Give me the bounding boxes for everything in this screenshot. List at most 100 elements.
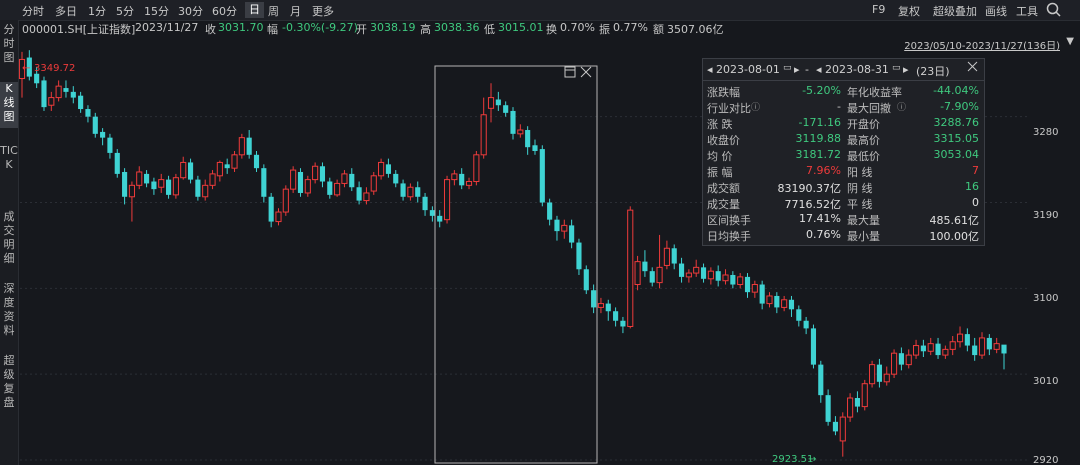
candle-down[interactable] (151, 181, 157, 190)
candle-down[interactable] (547, 202, 553, 220)
candle-down[interactable] (393, 173, 399, 184)
candle-down[interactable] (503, 105, 509, 113)
prev-start-icon[interactable]: ◂ (707, 63, 713, 76)
side-tab-depth[interactable]: 深度资料 (0, 282, 18, 340)
candle-down[interactable] (539, 149, 545, 203)
candle-up[interactable] (751, 284, 758, 293)
candle-up[interactable] (136, 171, 143, 186)
candle-up[interactable] (693, 266, 700, 274)
candle-up[interactable] (363, 192, 370, 202)
candle-up[interactable] (685, 272, 692, 278)
candle-down[interactable] (224, 164, 230, 169)
candle-down[interactable] (356, 187, 362, 201)
candle-down[interactable] (195, 179, 201, 197)
candle-down[interactable] (532, 145, 538, 151)
minimize-icon[interactable] (564, 66, 576, 81)
candle-down[interactable] (100, 131, 106, 138)
candle-up[interactable] (443, 179, 451, 221)
candle-up[interactable] (202, 184, 209, 198)
candle-down[interactable] (832, 421, 839, 432)
tab-1min[interactable]: 1分 (88, 3, 106, 19)
candle-up[interactable] (942, 348, 949, 356)
candle-down[interactable] (605, 303, 611, 312)
tab-timeshare[interactable]: 分时 (22, 3, 44, 19)
candle-down[interactable] (400, 183, 406, 197)
candle-down[interactable] (107, 137, 113, 153)
candle-up[interactable] (473, 154, 480, 183)
candle-down[interactable] (261, 168, 267, 197)
candle-down[interactable] (986, 337, 992, 350)
tools-button[interactable]: 工具 (1016, 3, 1038, 19)
candle-up[interactable] (48, 97, 55, 106)
candle-up[interactable] (663, 247, 670, 266)
candle-up[interactable] (480, 114, 487, 156)
candle-down[interactable] (246, 137, 252, 155)
tab-15min[interactable]: 15分 (144, 3, 169, 19)
candle-down[interactable] (649, 271, 655, 283)
candle-down[interactable] (898, 353, 904, 365)
candle-up[interactable] (561, 224, 568, 232)
candle-up[interactable] (487, 97, 495, 109)
candle-up[interactable] (378, 161, 385, 177)
candle-up[interactable] (304, 179, 311, 194)
candle-down[interactable] (803, 320, 809, 329)
candle-down[interactable] (642, 261, 648, 272)
candle-up[interactable] (891, 352, 898, 375)
candle-up[interactable] (847, 397, 854, 418)
candle-up[interactable] (128, 184, 135, 198)
candle-down[interactable] (166, 179, 172, 195)
candle-up[interactable] (781, 299, 788, 308)
side-tab-kline[interactable]: K线图 (0, 82, 18, 128)
next-end-icon[interactable]: ▸ (903, 63, 909, 76)
candle-down[interactable] (78, 95, 84, 110)
candle-up[interactable] (839, 416, 846, 442)
draw-line-button[interactable]: 画线 (985, 3, 1007, 19)
end-date[interactable]: 2023-08-31 (825, 63, 889, 76)
side-tab-trades[interactable]: 成交明细 (0, 210, 18, 268)
candle-down[interactable] (422, 196, 428, 211)
candle-down[interactable] (788, 299, 795, 310)
help-icon[interactable]: ⓘ (751, 100, 760, 113)
candle-down[interactable] (671, 248, 677, 264)
candle-up[interactable] (290, 169, 297, 190)
tab-5min[interactable]: 5分 (116, 3, 134, 19)
candle-down[interactable] (297, 171, 304, 193)
candle-up[interactable] (978, 337, 986, 356)
tab-day[interactable]: 日 (245, 2, 264, 18)
candle-down[interactable] (920, 345, 926, 352)
candle-up[interactable] (956, 333, 964, 343)
candle-down[interactable] (1001, 344, 1007, 354)
candle-down[interactable] (759, 284, 765, 304)
candle-down[interactable] (591, 290, 597, 308)
candle-up[interactable] (517, 129, 524, 135)
candle-up[interactable] (634, 261, 641, 286)
candle-down[interactable] (818, 364, 824, 396)
tab-week[interactable]: 周 (268, 3, 279, 19)
candle-up[interactable] (993, 343, 1000, 350)
tab-month[interactable]: 月 (290, 3, 301, 19)
candle-down[interactable] (569, 225, 575, 243)
next-start-icon[interactable]: ▸ (794, 63, 800, 76)
candle-up[interactable] (861, 383, 868, 408)
candle-down[interactable] (92, 116, 98, 134)
candle-up[interactable] (334, 182, 341, 196)
candle-down[interactable] (349, 173, 355, 188)
candle-down[interactable] (774, 295, 780, 308)
candle-up[interactable] (216, 161, 223, 177)
candle-up[interactable] (465, 181, 473, 186)
candle-down[interactable] (810, 328, 817, 365)
candle-down[interactable] (935, 343, 941, 356)
candle-up[interactable] (722, 274, 729, 282)
candle-up[interactable] (927, 343, 934, 352)
candle-up[interactable] (883, 373, 890, 383)
candle-down[interactable] (34, 73, 40, 84)
candle-up[interactable] (282, 188, 289, 213)
end-date-picker-icon[interactable]: ▭ (892, 63, 901, 73)
candle-down[interactable] (583, 269, 589, 291)
candle-up[interactable] (312, 165, 319, 181)
candle-up[interactable] (158, 179, 165, 188)
candle-up[interactable] (407, 186, 414, 198)
candle-down[interactable] (70, 91, 76, 98)
candle-down[interactable] (114, 152, 120, 174)
candle-down[interactable] (700, 267, 707, 279)
